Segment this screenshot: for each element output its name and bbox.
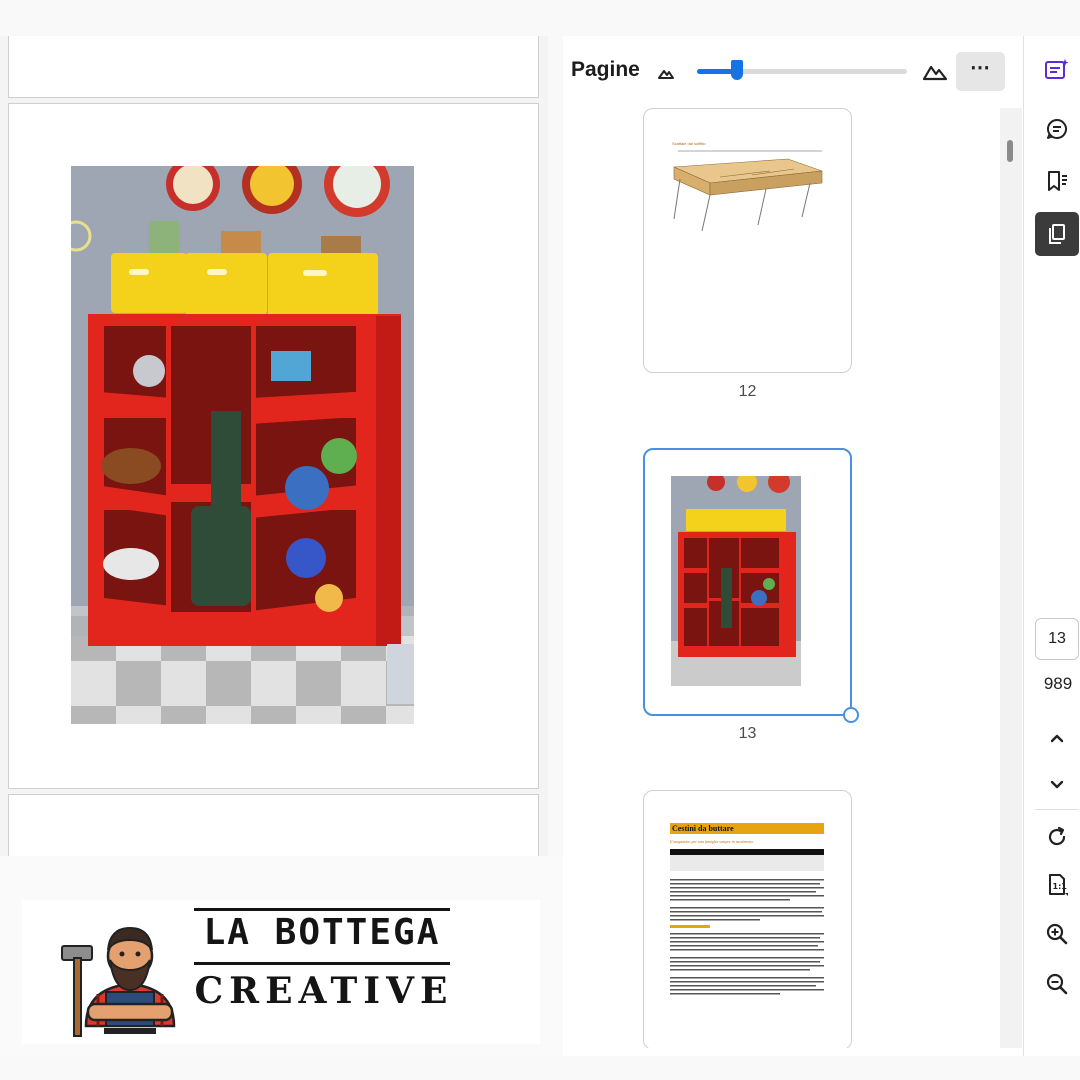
panel-title: Pagine — [571, 58, 640, 81]
pages-button[interactable] — [1035, 212, 1079, 256]
thumbnail-page-12[interactable]: Scaffale dal soffitto — [643, 108, 852, 373]
bookmark-button[interactable] — [1035, 159, 1079, 203]
comment-icon — [1046, 118, 1067, 139]
zoom-in-button[interactable] — [1035, 912, 1079, 956]
thumbnail-list[interactable]: Scaffale dal soffitto 12 13 Cestini da b… — [563, 108, 1000, 1048]
actual-size-button[interactable]: 1:1 — [1035, 863, 1079, 907]
total-pages: 989 — [1043, 674, 1073, 693]
app: Pagine ⋯ Scaffale dal soffitto 12 13 Ces… — [0, 0, 1080, 1080]
slider-thumb[interactable] — [730, 60, 743, 80]
ai-assistant-button[interactable] — [1035, 48, 1079, 92]
brand-title-line2: CREATIVE — [194, 970, 454, 1012]
panel-scrollbar[interactable] — [1000, 108, 1022, 1048]
thumbnail-label-12: 12 — [738, 383, 757, 400]
thumbnail-page-13[interactable] — [643, 448, 852, 716]
comment-button[interactable] — [1035, 107, 1079, 151]
rotate-icon — [1048, 826, 1066, 846]
pages-icon — [1049, 224, 1065, 244]
thumbnail-page-14[interactable]: Cestini da buttare Il magazzino per una … — [643, 790, 852, 1048]
thumbnail-subheading: Il magazzino per una famiglia sempre in … — [670, 839, 754, 844]
shelf-photo-thumbnail — [671, 476, 801, 686]
chevron-down-icon — [1050, 780, 1064, 789]
current-page-input[interactable]: 13 — [1035, 618, 1079, 660]
thumbnail-heading-bar: Cestini da buttare — [670, 823, 824, 834]
panel-scrollbar-thumb[interactable] — [1007, 140, 1013, 162]
thumbnail-label-13: 13 — [738, 725, 757, 742]
ceiling-shelf-drawing — [673, 150, 823, 232]
thumbnail-box — [670, 849, 824, 871]
document-page-next — [8, 794, 539, 856]
next-page-button[interactable] — [1035, 763, 1079, 807]
document-viewer[interactable] — [0, 36, 548, 856]
bookmark-icon — [1048, 171, 1067, 191]
craftsman-mascot-icon — [61, 926, 176, 1037]
zoom-out-icon — [1046, 973, 1068, 995]
ai-assistant-icon — [1045, 59, 1069, 79]
mountain-large-icon[interactable] — [923, 60, 947, 82]
thumbnail-heading: Scaffale dal soffitto — [672, 141, 706, 146]
brand-rule-top — [194, 908, 450, 911]
chevron-up-icon — [1050, 734, 1064, 743]
svg-text:1:1: 1:1 — [1053, 882, 1068, 891]
actual-size-icon: 1:1 — [1049, 874, 1068, 896]
shelf-photo — [71, 166, 414, 724]
pages-panel: Pagine ⋯ Scaffale dal soffitto 12 13 Ces… — [563, 36, 1023, 1056]
zoom-in-icon — [1046, 923, 1068, 945]
rotate-button[interactable] — [1035, 815, 1079, 859]
right-toolbar: 13 989 1:1 — [1023, 36, 1080, 1056]
zoom-out-button[interactable] — [1035, 962, 1079, 1006]
document-page-current — [8, 103, 539, 789]
thumbnail-zoom-slider[interactable] — [697, 60, 907, 80]
brand-title-line1: LA BOTTEGA — [203, 912, 441, 953]
thumbnail-text-lines — [670, 879, 824, 995]
thumbnail-resize-handle[interactable] — [843, 707, 859, 723]
brand-banner: LA BOTTEGA CREATIVE — [0, 856, 563, 1056]
mountain-small-icon[interactable] — [657, 63, 675, 81]
brand-logo: LA BOTTEGA CREATIVE — [22, 900, 540, 1044]
thumbnail-heading: Cestini da buttare — [672, 824, 734, 833]
previous-page-button[interactable] — [1035, 716, 1079, 760]
toolbar-divider — [1035, 809, 1079, 810]
document-page-previous — [8, 36, 539, 98]
more-options-icon: ⋯ — [970, 57, 991, 79]
more-options-button[interactable]: ⋯ — [956, 52, 1005, 91]
brand-rule-bottom — [194, 962, 450, 965]
